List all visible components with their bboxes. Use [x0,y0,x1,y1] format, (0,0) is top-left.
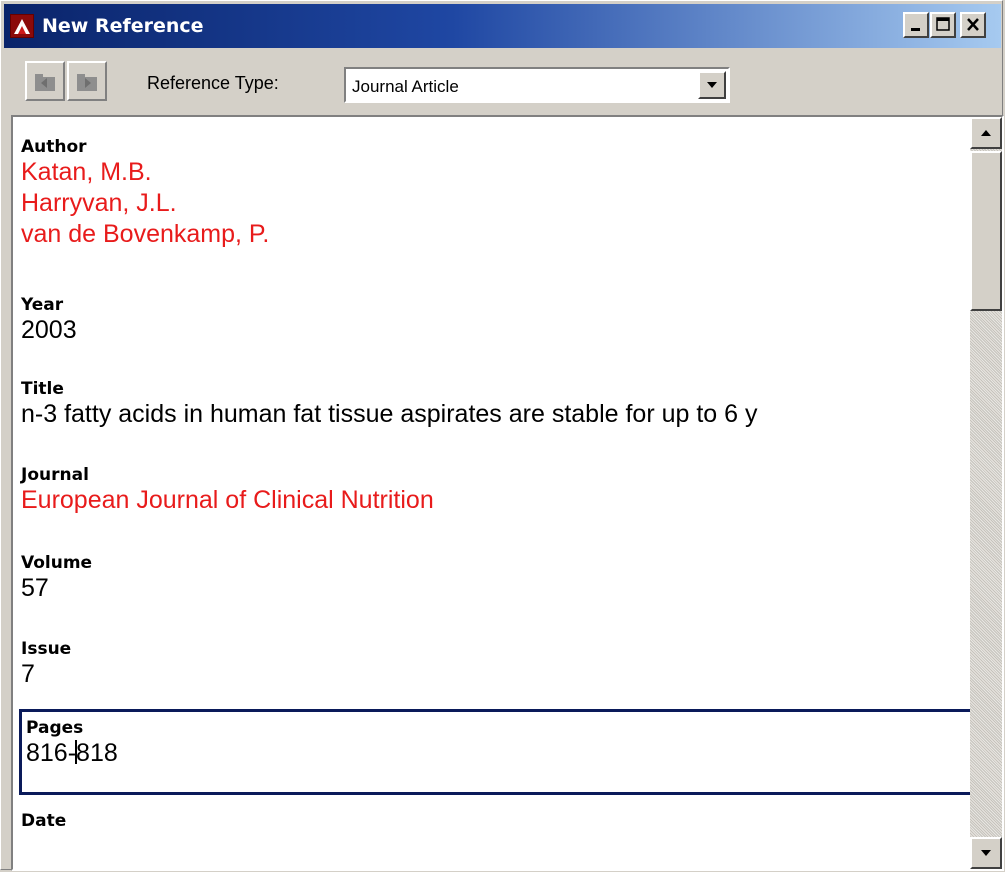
arrow-up-icon [981,130,991,136]
scrollbar-thumb[interactable] [970,151,1002,311]
author-line[interactable]: van de Bovenkamp, P. [21,219,963,250]
reference-fields-panel: Author Katan, M.B. Harryvan, J.L. van de… [11,115,1004,871]
next-reference-icon [77,74,97,91]
new-reference-window: New Reference Reference Type: Journal Ar… [0,0,1004,871]
field-label-author: Author [21,137,87,157]
field-title[interactable]: Title n-3 fatty acids in human fat tissu… [21,379,963,430]
reference-type-dropdown-button[interactable] [698,71,726,99]
author-line[interactable]: Harryvan, J.L. [21,188,963,219]
field-label-journal: Journal [21,465,89,485]
field-label-volume: Volume [21,553,93,573]
pages-text-after-caret: 818 [76,739,118,767]
field-volume[interactable]: Volume 57 [21,553,963,604]
next-reference-button[interactable] [67,61,107,101]
field-year[interactable]: Year 2003 [21,295,963,346]
field-value-pages[interactable]: 816-818 [26,738,972,769]
scroll-up-button[interactable] [970,117,1002,149]
scroll-down-button[interactable] [970,837,1002,869]
field-journal[interactable]: Journal European Journal of Clinical Nut… [21,465,963,516]
field-pages[interactable]: Pages 816-818 [19,709,975,795]
minimize-icon [911,28,920,31]
field-label-pages: Pages [26,718,84,738]
field-issue[interactable]: Issue 7 [21,639,963,690]
arrow-down-icon [981,850,991,856]
toolbar: Reference Type: Journal Article [4,49,1001,111]
prev-reference-icon [35,74,55,91]
fields-list: Author Katan, M.B. Harryvan, J.L. van de… [13,117,975,869]
field-value-year[interactable]: 2003 [21,315,963,346]
field-label-date: Date [21,811,67,831]
vertical-scrollbar[interactable] [970,117,1002,869]
pages-text-before-caret: 816- [26,739,77,767]
reference-type-value: Journal Article [352,77,459,96]
reference-type-label: Reference Type: [147,73,279,93]
field-date[interactable]: Date [21,811,963,831]
field-value-issue[interactable]: 7 [21,659,963,690]
field-value-journal[interactable]: European Journal of Clinical Nutrition [21,485,963,516]
field-label-issue: Issue [21,639,72,659]
field-value-title[interactable]: n-3 fatty acids in human fat tissue aspi… [21,399,963,430]
window-title: New Reference [42,15,204,37]
title-bar[interactable]: New Reference [4,4,1001,48]
close-icon [967,18,979,31]
field-label-title: Title [21,379,64,399]
field-value-volume[interactable]: 57 [21,573,963,604]
close-button[interactable] [960,12,986,38]
author-line[interactable]: Katan, M.B. [21,157,963,188]
field-label-year: Year [21,295,64,315]
maximize-button[interactable] [930,12,956,38]
reference-type-select[interactable]: Journal Article [344,67,730,103]
app-logo-icon [10,14,34,38]
prev-reference-button[interactable] [25,61,65,101]
maximize-icon [936,17,950,31]
chevron-down-icon [707,82,717,88]
minimize-button[interactable] [903,12,929,38]
field-author[interactable]: Author Katan, M.B. Harryvan, J.L. van de… [21,137,963,250]
